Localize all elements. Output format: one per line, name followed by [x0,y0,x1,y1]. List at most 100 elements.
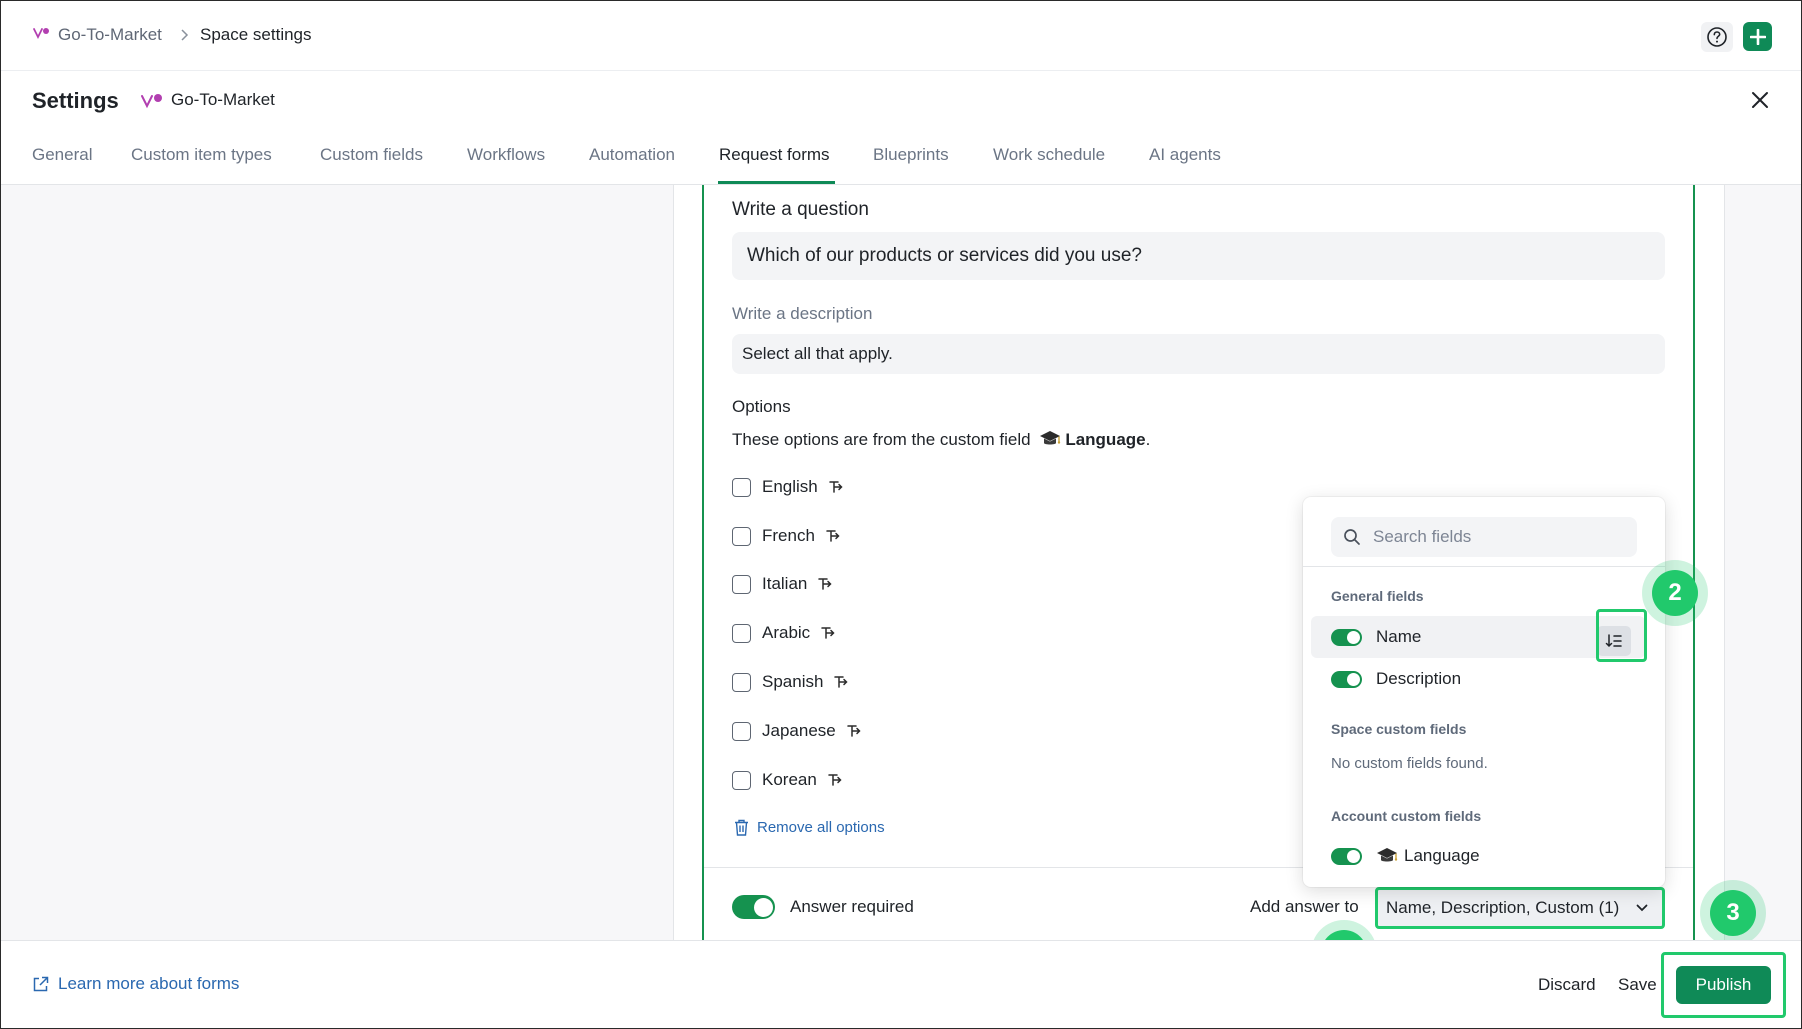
tab-general[interactable]: General [32,145,92,165]
remove-all-options-label: Remove all options [757,819,885,836]
option-label: English [762,477,818,496]
tab-workflows[interactable]: Workflows [467,145,545,165]
general-fields-heading: General fields [1331,588,1424,604]
top-bar: Go-To-Market Space settings [1,1,1801,71]
branch-icon[interactable] [828,479,846,495]
field-label: Name [1376,627,1422,646]
option-row: Korean [732,768,845,792]
description-input[interactable]: Select all that apply. [732,334,1665,374]
callout-badge: 2 [1652,570,1698,616]
options-note-prefix: These options are from the custom field [732,430,1031,449]
account-custom-fields-heading: Account custom fields [1331,808,1482,824]
options-note: These options are from the custom field … [732,430,1150,450]
option-row: French [732,524,843,548]
add-answer-value: Name, Description, Custom (1) [1386,898,1620,917]
option-label: Arabic [762,623,811,642]
option-row: English [732,475,846,499]
branch-icon[interactable] [846,723,864,739]
option-checkbox[interactable] [732,721,751,741]
field-picker-dropdown: General fields Name Description Space cu… [1303,497,1665,887]
space-custom-fields-heading: Space custom fields [1331,721,1467,737]
plus-icon [1749,28,1766,45]
answer-required-row: Answer required [732,895,914,919]
branch-icon[interactable] [825,528,843,544]
callout-badge: 3 [1710,890,1756,936]
field-toggle[interactable] [1331,670,1362,688]
tab-automation[interactable]: Automation [589,145,675,165]
option-checkbox[interactable] [732,526,751,546]
field-toggle[interactable] [1331,628,1362,646]
field-row-language[interactable]: Language [1311,835,1645,877]
question-label: Write a question [732,199,869,220]
chevron-right-icon [179,28,189,42]
breadcrumb-space[interactable]: Go-To-Market [58,25,162,45]
tab-ai-agents[interactable]: AI agents [1149,145,1221,165]
branch-icon[interactable] [827,772,845,788]
answer-required-label: Answer required [790,897,914,916]
space-logo-icon [141,93,165,109]
tab-work-schedule[interactable]: Work schedule [993,145,1105,165]
field-label: Language [1404,846,1480,865]
field-label: Description [1376,669,1462,688]
question-input[interactable]: Which of our products or services did yo… [732,232,1665,280]
breadcrumb-current: Space settings [200,25,312,44]
save-button[interactable]: Save [1618,975,1657,995]
space-logo-icon [33,27,51,41]
add-answer-label: Add answer to [1250,897,1359,916]
learn-more-label: Learn more about forms [58,974,240,993]
field-row-description[interactable]: Description [1311,658,1645,700]
options-note-suffix: . [1145,430,1151,449]
options-label: Options [732,397,791,416]
option-label: French [762,526,815,545]
description-label: Write a description [732,304,873,323]
graduation-cap-icon [1376,847,1398,865]
option-row: Italian [732,572,835,596]
options-note-field: Language [1065,430,1146,449]
option-checkbox[interactable] [732,574,751,594]
branch-icon[interactable] [833,674,851,690]
option-label: Spanish [762,672,824,691]
branch-icon[interactable] [817,576,835,592]
footer-bar: Learn more about forms Discard Save Publ… [1,940,1801,1028]
option-label: Japanese [762,721,836,740]
branch-icon[interactable] [820,625,838,641]
divider [1303,566,1665,567]
active-tab-indicator [718,181,835,184]
option-checkbox[interactable] [732,770,751,790]
add-button[interactable] [1743,22,1772,51]
trash-icon [734,819,757,836]
tab-blueprints[interactable]: Blueprints [873,145,949,165]
answer-required-toggle[interactable] [732,895,775,919]
option-row: Japanese [732,719,864,743]
settings-tabs: General Custom item types Custom fields … [1,141,1801,185]
option-row: Spanish [732,670,851,694]
option-label: Korean [762,770,817,789]
external-link-icon [32,976,58,993]
field-row-name[interactable]: Name [1311,616,1645,658]
search-fields-input[interactable] [1373,527,1633,547]
option-label: Italian [762,574,808,593]
field-toggle[interactable] [1331,847,1362,865]
search-field [1331,517,1637,557]
remove-all-options-link[interactable]: Remove all options [734,819,885,836]
close-icon[interactable] [1751,91,1769,109]
tab-custom-item-types[interactable]: Custom item types [131,145,272,165]
help-button[interactable] [1701,22,1733,52]
sort-button-highlight [1596,609,1647,662]
space-name: Go-To-Market [171,90,275,109]
add-answer-select[interactable]: Name, Description, Custom (1) [1375,887,1665,929]
option-checkbox[interactable] [732,672,751,692]
graduation-cap-icon [1039,430,1061,450]
publish-highlight: Publish [1661,952,1786,1018]
tab-request-forms[interactable]: Request forms [719,145,830,165]
page-title: Settings [32,88,119,113]
publish-button[interactable]: Publish [1676,966,1771,1004]
learn-more-link[interactable]: Learn more about forms [32,974,239,994]
option-row: Arabic [732,621,838,645]
space-custom-fields-empty: No custom fields found. [1331,755,1488,772]
option-checkbox[interactable] [732,623,751,643]
help-icon [1706,26,1728,48]
tab-custom-fields[interactable]: Custom fields [320,145,423,165]
option-checkbox[interactable] [732,477,751,497]
discard-button[interactable]: Discard [1538,975,1596,995]
